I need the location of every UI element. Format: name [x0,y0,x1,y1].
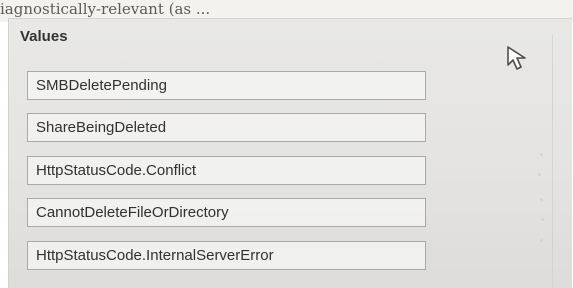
value-item-smb-delete-pending[interactable]: SMBDeletePending [27,71,426,100]
faint-list-marker [541,218,544,221]
right-panel-edge [552,35,553,288]
value-item-http-status-conflict[interactable]: HttpStatusCode.Conflict [27,156,426,185]
faint-list-marker [540,153,543,156]
value-item-http-status-internal-server-error[interactable]: HttpStatusCode.InternalServerError [27,241,426,270]
value-item-share-being-deleted[interactable]: ShareBeingDeleted [27,113,426,142]
faint-list-marker [540,198,543,201]
values-screen: iagnostically-relevant (as ... Values SM… [0,0,573,288]
faint-list-marker [538,173,541,176]
value-item-cannot-delete-file-or-directory[interactable]: CannotDeleteFileOrDirectory [27,198,426,227]
faint-list-marker [540,239,543,242]
values-title: Values [20,28,68,45]
clipped-header-label: iagnostically-relevant (as ... [0,0,211,18]
mouse-pointer-icon [507,46,526,70]
